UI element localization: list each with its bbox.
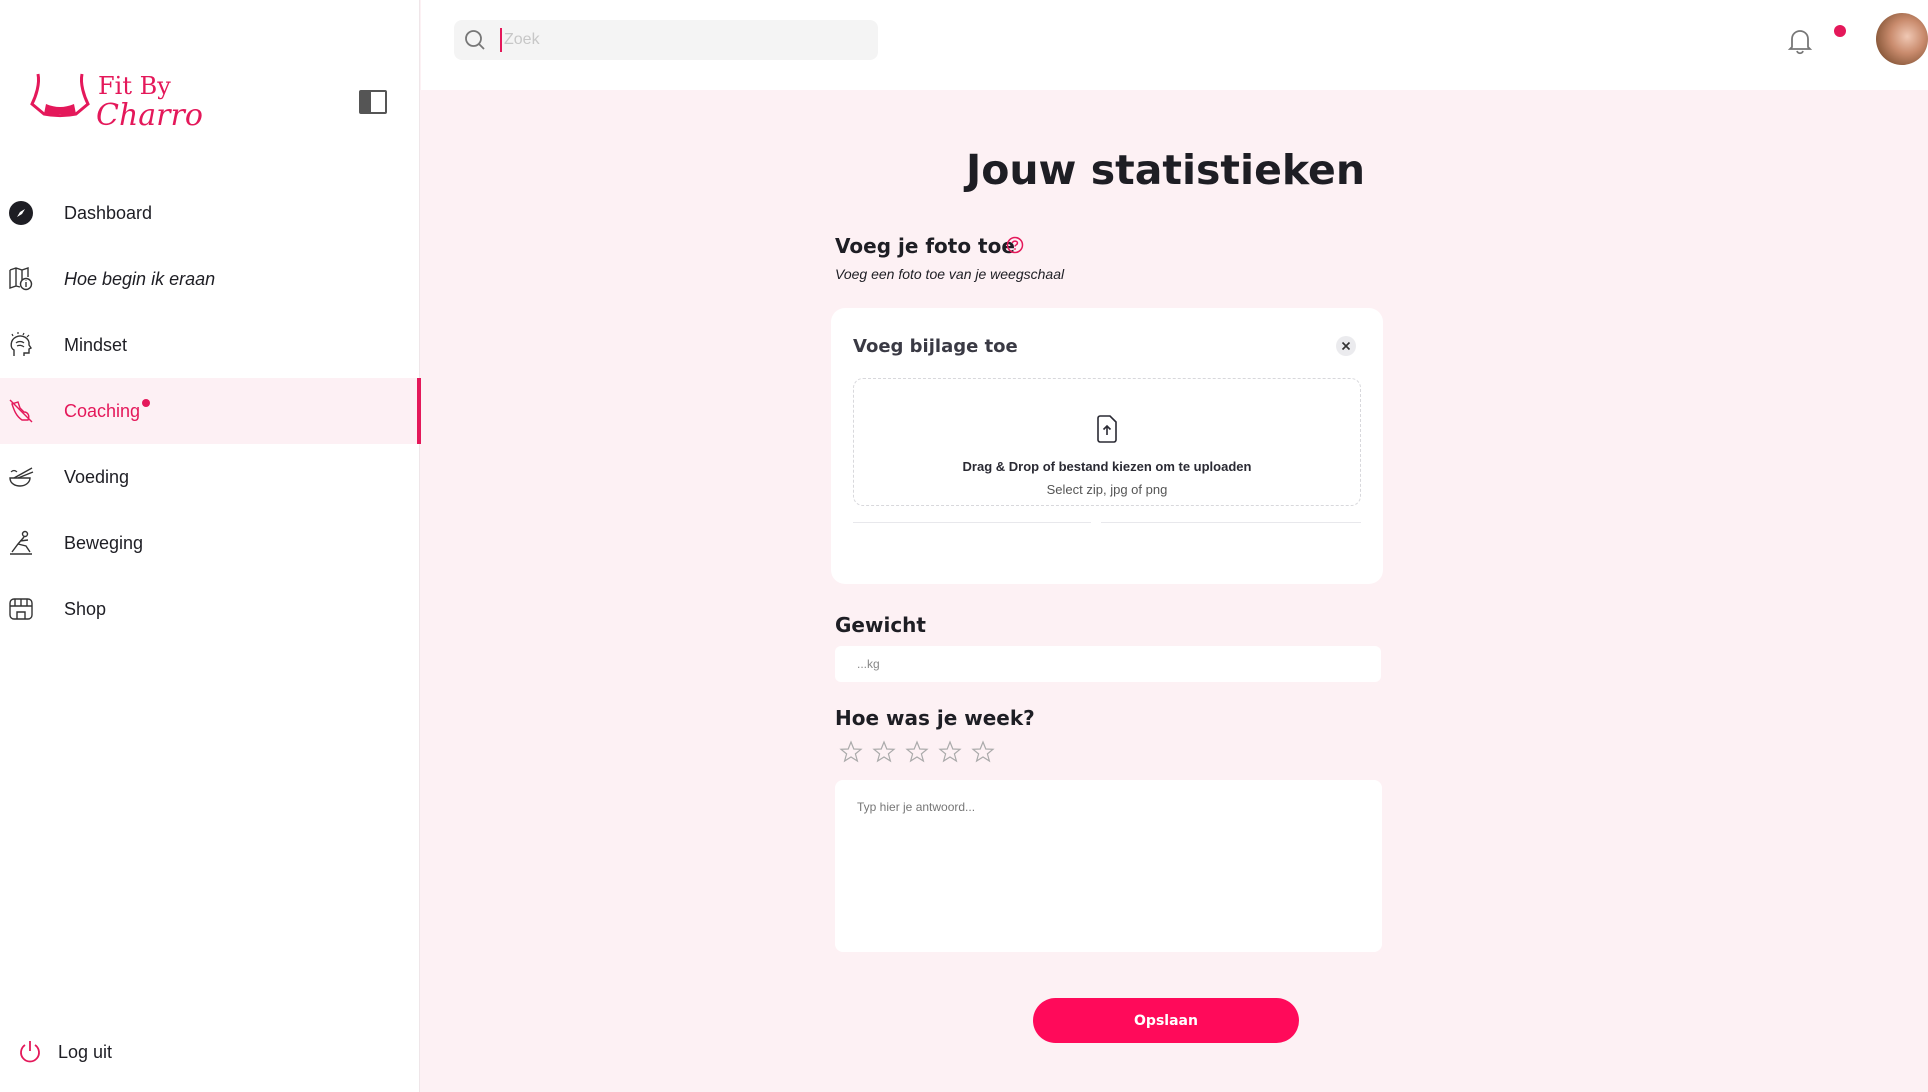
bell-icon[interactable] bbox=[1786, 26, 1814, 56]
sidebar-item-label-text: Coaching bbox=[64, 400, 141, 421]
file-dropzone[interactable]: Drag & Drop of bestand kiezen om te uplo… bbox=[853, 378, 1361, 506]
sidebar-item-dashboard[interactable]: Dashboard bbox=[0, 180, 421, 246]
brand-name-line2: Charro bbox=[96, 98, 203, 133]
sidebar-item-label: Mindset bbox=[64, 334, 128, 355]
sidebar-item-shop[interactable]: Shop bbox=[0, 576, 421, 642]
sidebar: Fit By Charro Dashboard Hoe begin ik era… bbox=[0, 0, 421, 1092]
close-icon bbox=[1341, 341, 1351, 351]
brand-logo[interactable]: Fit By Charro bbox=[30, 66, 210, 136]
divider bbox=[853, 522, 1091, 523]
notification-badge bbox=[1834, 25, 1846, 37]
map-info-icon bbox=[9, 267, 33, 291]
save-button[interactable]: Opslaan bbox=[1033, 998, 1299, 1043]
topbar bbox=[421, 0, 1928, 90]
sidebar-item-getting-started[interactable]: Hoe begin ik eraan bbox=[0, 246, 421, 312]
sidebar-item-mindset[interactable]: Mindset bbox=[0, 312, 421, 378]
sidebar-item-beweging[interactable]: Beweging bbox=[0, 510, 421, 576]
star-rating bbox=[839, 740, 995, 764]
star-icon[interactable] bbox=[872, 740, 896, 764]
divider bbox=[1101, 522, 1361, 523]
sidebar-collapse-button[interactable] bbox=[359, 90, 387, 114]
store-icon bbox=[9, 598, 33, 620]
upload-card-title: Voeg bijlage toe bbox=[853, 336, 1018, 357]
sidebar-item-label: Shop bbox=[64, 598, 107, 619]
brand-logo-icon bbox=[30, 73, 90, 117]
compass-icon bbox=[9, 201, 33, 225]
photo-section-title: Voeg je foto toe bbox=[835, 234, 1015, 258]
help-icon[interactable] bbox=[1006, 236, 1024, 254]
search-input[interactable] bbox=[500, 28, 860, 52]
search-bar bbox=[454, 20, 878, 60]
close-button[interactable] bbox=[1336, 336, 1356, 356]
search-icon bbox=[465, 30, 485, 50]
notification-dot bbox=[142, 398, 151, 407]
head-icon bbox=[10, 332, 33, 356]
logout-button[interactable]: Log uit bbox=[18, 1040, 112, 1064]
sidebar-item-label: Coaching bbox=[64, 398, 151, 422]
upload-card: Voeg bijlage toe Drag & Drop of bestand … bbox=[831, 308, 1383, 584]
sidebar-item-label: Hoe begin ik eraan bbox=[64, 268, 216, 289]
muscle-icon bbox=[9, 399, 33, 423]
avatar[interactable] bbox=[1876, 13, 1928, 65]
sidebar-item-coaching[interactable]: Coaching bbox=[0, 378, 421, 444]
star-icon[interactable] bbox=[971, 740, 995, 764]
logout-label: Log uit bbox=[58, 1041, 113, 1062]
week-answer-textarea[interactable] bbox=[835, 780, 1382, 952]
sidebar-nav: Dashboard Hoe begin ik eraan Mindset Coa… bbox=[0, 180, 421, 642]
weight-input[interactable] bbox=[835, 646, 1381, 682]
main-content: Jouw statistieken Voeg je foto toe Voeg … bbox=[421, 90, 1928, 1092]
sidebar-item-label: Beweging bbox=[64, 532, 144, 553]
dropzone-file-types: Select zip, jpg of png bbox=[1046, 482, 1168, 497]
food-icon bbox=[9, 467, 34, 487]
power-icon bbox=[20, 1041, 40, 1063]
sidebar-item-voeding[interactable]: Voeding bbox=[0, 444, 421, 510]
star-icon[interactable] bbox=[905, 740, 929, 764]
exercise-icon bbox=[10, 530, 32, 555]
sidebar-item-label: Voeding bbox=[64, 466, 130, 487]
photo-section-subtitle: Voeg een foto toe van je weegschaal bbox=[835, 266, 1065, 282]
page-title: Jouw statistieken bbox=[965, 146, 1366, 194]
brand-name-line1: Fit By bbox=[98, 72, 171, 100]
dropzone-instructions: Drag & Drop of bestand kiezen om te uplo… bbox=[962, 459, 1252, 474]
star-icon[interactable] bbox=[938, 740, 962, 764]
weight-section-title: Gewicht bbox=[835, 613, 926, 637]
sidebar-item-label: Dashboard bbox=[64, 202, 153, 223]
file-upload-icon bbox=[1097, 415, 1117, 443]
star-icon[interactable] bbox=[839, 740, 863, 764]
week-section-title: Hoe was je week? bbox=[835, 706, 1035, 730]
